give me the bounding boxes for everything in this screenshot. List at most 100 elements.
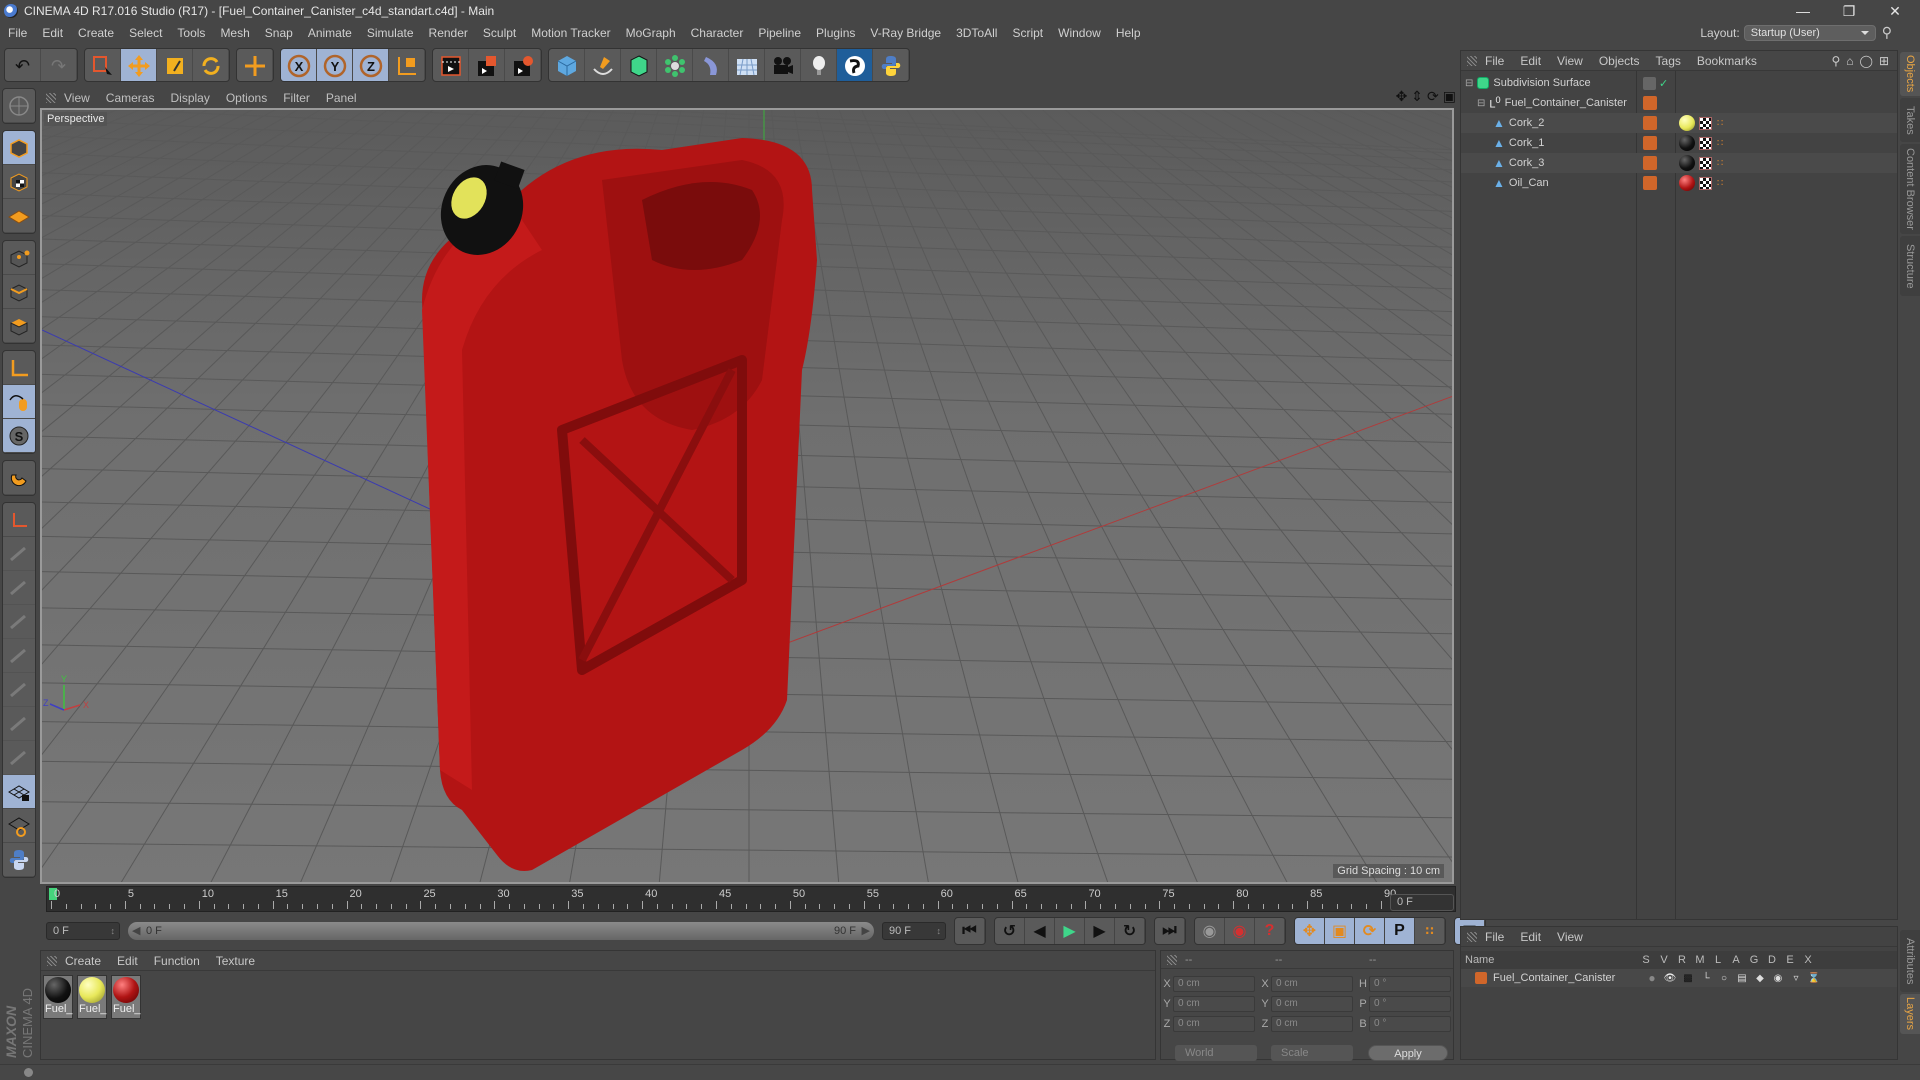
material-tag[interactable] xyxy=(1679,175,1695,191)
material-swatch[interactable]: Fuel_ xyxy=(77,975,107,1019)
search-icon[interactable]: ⚲ xyxy=(1831,54,1840,68)
render-picture-viewer-icon[interactable] xyxy=(469,49,505,81)
layer-tag[interactable] xyxy=(1643,176,1657,190)
python-script-icon[interactable] xyxy=(3,843,35,877)
object-row-subdivision-surface[interactable]: ⊟ Subdivision Surface ✓ xyxy=(1461,73,1897,93)
column-xref[interactable]: X xyxy=(1799,954,1817,966)
key-scale-icon[interactable]: ▣ xyxy=(1325,918,1355,944)
restore-button[interactable]: ❐ xyxy=(1826,0,1872,22)
material-menu-texture[interactable]: Texture xyxy=(216,954,255,968)
phong-tag[interactable]: ∷ xyxy=(1717,118,1723,129)
points-mode-icon[interactable] xyxy=(3,241,35,275)
enabled-check-icon[interactable]: ✓ xyxy=(1659,77,1668,90)
floor-icon[interactable] xyxy=(729,49,765,81)
objmgr-menu-file[interactable]: File xyxy=(1485,54,1504,68)
size-x-field[interactable]: 0 cm xyxy=(1271,976,1353,992)
panel-grip[interactable] xyxy=(46,93,56,103)
rotation-h-field[interactable]: 0 ° xyxy=(1369,976,1451,992)
joint-target-icon[interactable] xyxy=(3,673,35,707)
joint-psr-icon[interactable] xyxy=(3,639,35,673)
position-x-field[interactable]: 0 cm xyxy=(1173,976,1255,992)
material-tag[interactable] xyxy=(1679,135,1695,151)
undo-icon[interactable]: ↶ xyxy=(5,49,41,81)
collapse-icon[interactable]: ⊟ xyxy=(1477,98,1485,109)
autokeying-icon[interactable]: ◉ xyxy=(1225,918,1255,944)
panel-grip[interactable] xyxy=(47,955,57,966)
material-tag[interactable] xyxy=(1679,115,1695,131)
array-icon[interactable] xyxy=(657,49,693,81)
rotation-b-field[interactable]: 0 ° xyxy=(1369,1016,1451,1032)
eye-icon[interactable]: ◯ xyxy=(1860,54,1873,68)
layer-menu-file[interactable]: File xyxy=(1485,930,1504,944)
layer-tag[interactable] xyxy=(1643,96,1657,110)
y-axis-icon[interactable]: Y xyxy=(317,49,353,81)
coordinate-system-icon[interactable] xyxy=(389,49,425,81)
objmgr-menu-view[interactable]: View xyxy=(1557,54,1583,68)
object-row-cork-2[interactable]: ▲ Cork_2 ∷ xyxy=(1461,113,1897,133)
new-window-icon[interactable]: ⊞ xyxy=(1879,54,1889,68)
material-swatch[interactable]: Fuel_ xyxy=(111,975,141,1019)
menu-select[interactable]: Select xyxy=(129,26,162,40)
scale-icon[interactable] xyxy=(157,49,193,81)
phong-tag[interactable]: ∷ xyxy=(1717,158,1723,169)
view-eye-icon[interactable]: 👁 xyxy=(1661,973,1679,984)
key-parameter-icon[interactable]: P xyxy=(1385,918,1415,944)
next-key-icon[interactable]: ↻ xyxy=(1115,918,1145,944)
material-menu-create[interactable]: Create xyxy=(65,954,101,968)
viewport-menu-view[interactable]: View xyxy=(64,91,90,105)
render-clapper-icon[interactable]: ▩ xyxy=(1679,973,1697,984)
unlock-icon[interactable]: ○ xyxy=(1715,973,1733,984)
column-deformers[interactable]: D xyxy=(1763,954,1781,966)
menu-snap[interactable]: Snap xyxy=(265,26,293,40)
play-icon[interactable]: ▶ xyxy=(1055,918,1085,944)
close-button[interactable]: ✕ xyxy=(1872,0,1918,22)
uvw-tag[interactable] xyxy=(1699,176,1712,190)
menu-script[interactable]: Script xyxy=(1012,26,1043,40)
workplane-icon[interactable] xyxy=(3,199,35,233)
uvw-tag[interactable] xyxy=(1699,116,1712,130)
animation-film-icon[interactable]: ▤ xyxy=(1733,973,1751,984)
collapse-icon[interactable]: ⊟ xyxy=(1465,78,1473,89)
column-solo[interactable]: S xyxy=(1637,954,1655,966)
redo-icon[interactable]: ↷ xyxy=(41,49,77,81)
model-mode-icon[interactable] xyxy=(3,131,35,165)
locked-workplane-icon[interactable] xyxy=(3,503,35,537)
joint-weight-icon[interactable] xyxy=(3,707,35,741)
toggle-view-icon[interactable]: ▣ xyxy=(1443,88,1456,105)
render-view-icon[interactable] xyxy=(433,49,469,81)
objmgr-menu-tags[interactable]: Tags xyxy=(1656,54,1681,68)
material-menu-function[interactable]: Function xyxy=(154,954,200,968)
menu-plugins[interactable]: Plugins xyxy=(816,26,855,40)
column-generators[interactable]: G xyxy=(1745,954,1763,966)
size-z-field[interactable]: 0 cm xyxy=(1271,1016,1353,1032)
layer-row[interactable]: Fuel_Container_Canister ● 👁 ▩ └ ○ ▤ ◆ ◉ … xyxy=(1461,969,1897,987)
object-row-cork-1[interactable]: ▲ Cork_1 ∷ xyxy=(1461,133,1897,153)
light-icon[interactable] xyxy=(801,49,837,81)
menu-sculpt[interactable]: Sculpt xyxy=(483,26,516,40)
objmgr-menu-objects[interactable]: Objects xyxy=(1599,54,1640,68)
tab-takes[interactable]: Takes xyxy=(1900,98,1920,142)
size-y-field[interactable]: 0 cm xyxy=(1271,996,1353,1012)
axis-mode-icon[interactable] xyxy=(3,351,35,385)
menu-help[interactable]: Help xyxy=(1116,26,1141,40)
move-icon[interactable] xyxy=(121,49,157,81)
rotate-grid-icon[interactable] xyxy=(3,809,35,843)
menu-character[interactable]: Character xyxy=(691,26,744,40)
object-row-fuel-container-canister[interactable]: ⊟ L0 Fuel_Container_Canister xyxy=(1461,93,1897,113)
viewport-menu-options[interactable]: Options xyxy=(226,91,267,105)
tab-objects[interactable]: Objects xyxy=(1900,52,1920,96)
layer-color-swatch[interactable] xyxy=(1475,972,1487,984)
menu-pipeline[interactable]: Pipeline xyxy=(758,26,801,40)
rotate-icon[interactable] xyxy=(193,49,229,81)
keyframe-selection-icon[interactable]: ? xyxy=(1255,918,1285,944)
solo-dot-icon[interactable]: ● xyxy=(1643,971,1661,985)
transform-mode-dropdown[interactable]: Scale xyxy=(1271,1045,1353,1061)
viewport-perspective[interactable]: Y X Z Perspective Grid Spacing : 10 cm xyxy=(40,108,1454,884)
rotation-p-field[interactable]: 0 ° xyxy=(1369,996,1451,1012)
column-expressions[interactable]: E xyxy=(1781,954,1799,966)
make-editable-icon[interactable] xyxy=(3,89,35,123)
layer-tag[interactable] xyxy=(1643,76,1656,90)
end-frame-field[interactable]: 90 F ↕ xyxy=(882,922,946,940)
tab-attributes[interactable]: Attributes xyxy=(1900,930,1920,992)
pan-view-icon[interactable]: ✥ xyxy=(1396,88,1408,105)
